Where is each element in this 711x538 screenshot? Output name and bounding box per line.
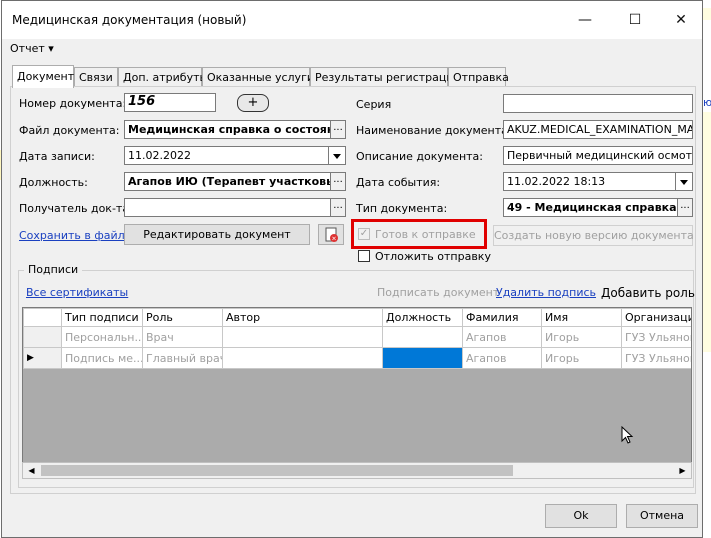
menu-report[interactable]: Отчет ▾: [10, 42, 54, 55]
scroll-right-icon[interactable]: ▶: [674, 463, 691, 478]
save-to-file-link[interactable]: Сохранить в файл: [19, 229, 125, 242]
role-cell[interactable]: Главный врач: [142, 347, 223, 369]
table-header-row: Тип подписи Роль Автор Должность Фамилия…: [23, 308, 691, 327]
menu-bar: Отчет ▾: [2, 39, 702, 59]
recipient-field[interactable]: [124, 198, 331, 217]
position-cell-selected[interactable]: [382, 347, 463, 369]
column-header[interactable]: Имя: [541, 308, 622, 327]
doc-number-field[interactable]: 156: [124, 93, 216, 112]
row-marker[interactable]: ▶: [23, 347, 62, 369]
scroll-left-icon[interactable]: ◀: [23, 463, 40, 478]
window-title: Медицинская документация (новый): [12, 13, 247, 27]
background-strip: [703, 112, 711, 352]
signatures-title: Подписи: [24, 263, 83, 276]
signature-type-cell[interactable]: Подпись ме...: [61, 347, 143, 369]
postpone-send-checkbox[interactable]: [358, 250, 370, 262]
maximize-button[interactable]: ☐: [612, 5, 658, 35]
ok-button[interactable]: Ok: [545, 504, 617, 528]
tab-services[interactable]: Оказанные услуги: [202, 67, 314, 87]
position-cell[interactable]: [382, 326, 463, 348]
table-row[interactable]: ▶ Подпись ме... Главный врач Агапов Игор…: [23, 347, 691, 369]
background-link[interactable]: ю: [703, 96, 711, 110]
row-marker[interactable]: [23, 326, 62, 348]
position-field[interactable]: Агапов ИЮ (Терапевт участковый): [124, 172, 331, 191]
position-label: Должность:: [19, 176, 88, 189]
postpone-send-label: Отложить отправку: [375, 250, 491, 263]
ready-to-send-checkbox[interactable]: ✓: [358, 228, 370, 240]
author-cell[interactable]: [222, 326, 383, 348]
mouse-cursor-icon: [621, 426, 634, 444]
column-header[interactable]: Фамилия: [462, 308, 542, 327]
doc-desc-field[interactable]: Первичный медицинский осмотр: [503, 146, 693, 165]
signature-type-cell[interactable]: Персональн...: [61, 326, 143, 348]
column-header: [23, 308, 62, 327]
new-version-button[interactable]: Создать новую версию документа: [493, 225, 694, 246]
doc-desc-label: Описание документа:: [356, 150, 483, 163]
column-header[interactable]: Автор: [222, 308, 383, 327]
date-field[interactable]: 11.02.2022: [124, 146, 329, 165]
title-bar: Медицинская документация (новый) — ☐ ✕: [2, 1, 702, 39]
table-row[interactable]: Персональн... Врач Агапов Игорь ГУЗ Улья…: [23, 326, 691, 348]
file-browse-button[interactable]: ...: [331, 120, 346, 139]
date-label: Дата записи:: [19, 150, 95, 163]
column-header[interactable]: Роль: [142, 308, 223, 327]
event-date-field[interactable]: 11.02.2022 18:13: [503, 172, 676, 191]
scrollbar-thumb[interactable]: [41, 465, 513, 476]
minimize-button[interactable]: —: [562, 5, 608, 35]
signatures-grid: Тип подписи Роль Автор Должность Фамилия…: [22, 307, 692, 479]
organization-cell[interactable]: ГУЗ Ульянов: [621, 347, 691, 369]
event-date-label: Дата события:: [356, 176, 441, 189]
background-strip: [703, 8, 711, 20]
doc-name-label: Наименование документа:: [356, 124, 512, 137]
column-header[interactable]: Должность: [382, 308, 463, 327]
recipient-browse-button[interactable]: ...: [331, 198, 346, 217]
cancel-button[interactable]: Отмена: [626, 504, 698, 528]
add-button[interactable]: +: [237, 94, 269, 112]
pdf-icon[interactable]: ✕: [318, 224, 344, 245]
series-label: Серия: [356, 98, 392, 111]
series-field[interactable]: [503, 94, 693, 113]
close-button[interactable]: ✕: [658, 5, 704, 35]
ready-to-send-label: Готов к отправке: [375, 228, 476, 241]
position-browse-button[interactable]: ...: [331, 172, 346, 191]
date-dropdown-icon[interactable]: [329, 146, 346, 165]
file-label: Файл документа:: [19, 124, 120, 137]
author-cell[interactable]: [222, 347, 383, 369]
column-header[interactable]: Тип подписи: [61, 308, 143, 327]
doc-name-field[interactable]: AKUZ.MEDICAL_EXAMINATION_MAI: [503, 120, 693, 139]
tab-sending[interactable]: Отправка: [448, 67, 509, 87]
horizontal-scrollbar[interactable]: ◀ ▶: [22, 462, 692, 479]
first-name-cell[interactable]: Игорь: [541, 347, 622, 369]
first-name-cell[interactable]: Игорь: [541, 326, 622, 348]
event-date-dropdown-icon[interactable]: [676, 172, 693, 191]
tab-document[interactable]: Документ: [12, 65, 74, 88]
delete-signature-link[interactable]: Удалить подпись: [496, 286, 596, 299]
tab-registration-results[interactable]: Результаты регистрации: [310, 67, 461, 87]
all-certificates-link[interactable]: Все сертификаты: [26, 286, 128, 299]
add-role-button[interactable]: Добавить роль: [601, 286, 695, 300]
role-cell[interactable]: Врач: [142, 326, 223, 348]
last-name-cell[interactable]: Агапов: [462, 326, 542, 348]
doc-type-field[interactable]: 49 - Медицинская справка о: [503, 198, 678, 217]
doc-type-label: Тип документа:: [356, 202, 448, 215]
sign-document-button[interactable]: Подписать документ: [377, 286, 499, 299]
file-field[interactable]: Медицинская справка о состояни: [124, 120, 331, 139]
organization-cell[interactable]: ГУЗ Ульянов: [621, 326, 691, 348]
tab-links[interactable]: Связи: [74, 67, 118, 87]
svg-text:✕: ✕: [331, 236, 336, 243]
doc-type-browse-button[interactable]: ...: [678, 198, 693, 217]
doc-number-label: Номер документа:: [19, 97, 127, 110]
tab-extra-attributes[interactable]: Доп. атрибуты: [118, 67, 208, 87]
last-name-cell[interactable]: Агапов: [462, 347, 542, 369]
signatures-table: Тип подписи Роль Автор Должность Фамилия…: [23, 308, 691, 369]
column-header[interactable]: Организация: [621, 308, 691, 327]
recipient-label: Получатель док-та: [19, 202, 130, 215]
edit-document-button[interactable]: Редактировать документ: [124, 224, 310, 245]
